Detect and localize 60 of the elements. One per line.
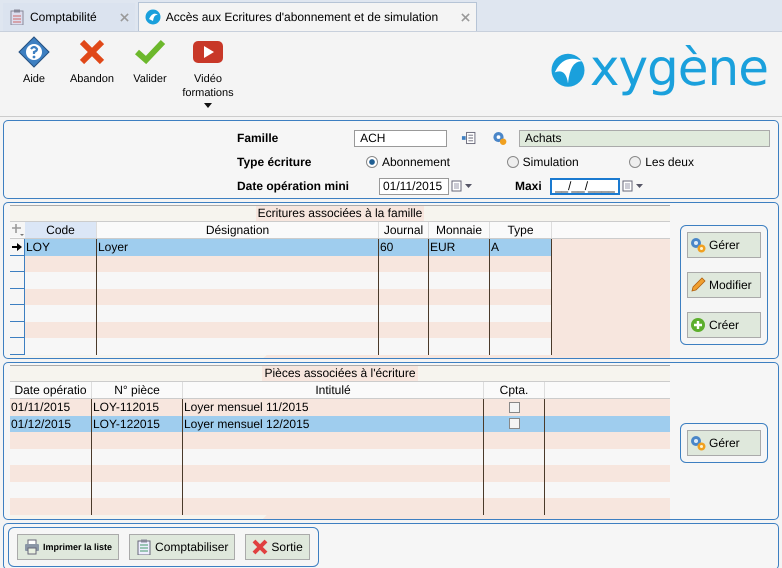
input-field[interactable]: ACH	[354, 130, 448, 146]
close-icon	[252, 538, 268, 554]
checkbox[interactable]	[509, 418, 520, 430]
action-button[interactable]: Imprimer la liste	[17, 534, 120, 560]
plus-icon	[690, 317, 706, 333]
clipboard-icon	[136, 538, 152, 554]
row-pointer-icon	[12, 242, 22, 251]
gears-icon	[690, 237, 706, 253]
empty-row[interactable]	[10, 288, 552, 305]
radio-button[interactable]: Simulation	[506, 155, 630, 169]
toolbar-button[interactable]: Valider	[122, 36, 178, 116]
column-header[interactable]: Journal	[379, 222, 429, 238]
toolbar-button[interactable]: Abandon	[64, 36, 120, 116]
column-header[interactable]: N° pièce	[92, 382, 183, 398]
action-button[interactable]: Gérer	[687, 232, 761, 258]
date-field[interactable]: __/__/____	[550, 178, 620, 194]
calendar-dropdown-icon[interactable]	[622, 180, 644, 192]
tab[interactable]: Accès aux Ecritures d'abonnement et de simulation	[138, 2, 478, 31]
field-label: Type écriture	[237, 155, 312, 169]
column-header[interactable]: Date opératio	[10, 382, 92, 398]
palm-logo-icon	[144, 9, 161, 25]
column-header[interactable]: Cpta.	[484, 382, 545, 398]
field-label: Maxi	[515, 179, 542, 193]
field-label: Famille	[237, 131, 280, 145]
close-icon[interactable]	[461, 12, 470, 22]
close-icon[interactable]	[120, 12, 129, 22]
tab[interactable]: Comptabilité	[3, 3, 135, 31]
clipboard-icon	[9, 9, 25, 25]
dropdown-arrow-icon[interactable]	[204, 103, 212, 108]
printer-icon	[24, 538, 40, 554]
list-icon[interactable]	[461, 130, 476, 146]
pencil-icon	[690, 277, 706, 293]
action-button[interactable]: Créer	[687, 312, 761, 338]
column-header[interactable]: Intitulé	[183, 382, 484, 398]
tab-label: Accès aux Ecritures d'abonnement et de simulation	[166, 10, 438, 24]
column-header[interactable]: Code	[25, 222, 97, 238]
column-header[interactable]: Monnaie	[429, 222, 490, 238]
radio-button[interactable]: Les deux	[629, 155, 770, 169]
checkbox[interactable]	[509, 402, 520, 413]
action-button[interactable]: Sortie	[245, 534, 310, 560]
action-button[interactable]: Comptabiliser	[129, 534, 236, 560]
empty-row[interactable]	[10, 322, 552, 338]
help-icon	[18, 36, 50, 68]
grid-title: Ecritures associées à la famille	[256, 206, 424, 221]
row-header[interactable]	[10, 239, 25, 256]
tab-label: Comptabilité	[30, 10, 97, 24]
input-field[interactable]: Achats	[518, 130, 770, 146]
field-label: Date opération mini	[237, 179, 350, 193]
action-button[interactable]: Modifier	[687, 272, 761, 298]
grid-title: Pièces associées à l'écriture	[262, 366, 418, 381]
gears-icon	[690, 435, 706, 451]
calendar-dropdown-icon[interactable]	[451, 180, 473, 192]
column-header[interactable]: Type	[490, 222, 552, 238]
date-field[interactable]: 01/11/2015	[379, 178, 449, 194]
toolbar-button[interactable]: Aide	[6, 36, 62, 116]
toolbar-button[interactable]: Vidéo formations	[180, 36, 236, 116]
column-header[interactable]: Désignation	[97, 222, 379, 238]
radio-button[interactable]: Abonnement	[366, 155, 507, 169]
action-button[interactable]: Gérer	[687, 430, 761, 456]
gears-icon[interactable]	[492, 130, 507, 146]
